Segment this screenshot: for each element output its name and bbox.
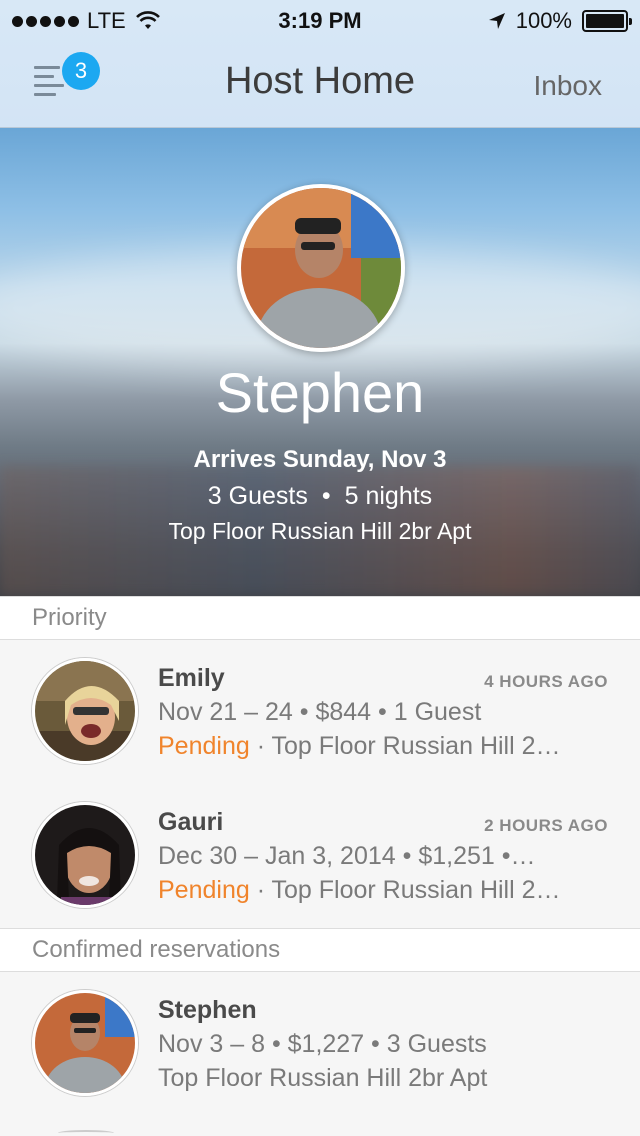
reservation-status-line: Pending · Top Floor Russian Hill 2… (158, 876, 608, 905)
reservation-status-line: Pending · Top Floor Russian Hill 2… (158, 732, 608, 761)
battery-percent: 100% (515, 8, 572, 33)
location-arrow-icon (488, 13, 505, 29)
avatar (32, 802, 138, 908)
reservation-details: Nov 21 – 24 • $844 • 1 Guest (158, 698, 482, 726)
inbox-button[interactable]: Inbox (534, 70, 603, 102)
arrival-date: Arrives Sunday, Nov 3 (193, 446, 447, 473)
reservation-details: Nov 3 – 8 • $1,227 • 3 Guests (158, 1030, 487, 1058)
guest-photo (241, 188, 401, 348)
guest-count: 3 Guests (207, 482, 308, 510)
top-bar: LTE 3:19 PM 100% 3 Host Home Inbox (0, 0, 640, 128)
list-item-peek (58, 1130, 114, 1136)
reservation-details: Dec 30 – Jan 3, 2014 • $1,251 •… (158, 842, 536, 870)
hero-banner[interactable]: Stephen Arrives Sunday, Nov 3 3 Guests • 5… (0, 128, 640, 596)
avatar (32, 658, 138, 764)
listing-name: · Top Floor Russian Hill 2… (249, 876, 561, 904)
guest-name: Stephen (215, 361, 425, 424)
trip-summary: 3 Guests • 5 nights (0, 482, 640, 511)
guest-photo (35, 805, 135, 905)
nav-bar: 3 Host Home Inbox (0, 40, 640, 128)
request-time: 4 HOURS AGO (484, 672, 608, 691)
list-item[interactable]: Emily 4 HOURS AGO Nov 21 – 24 • $844 • 1… (0, 640, 640, 784)
guest-name: Gauri (158, 808, 224, 836)
separator-dot: • (321, 482, 331, 510)
status-badge: Pending (158, 876, 250, 904)
listing-name: · Top Floor Russian Hill 2… (249, 732, 561, 760)
guest-photo (35, 993, 135, 1093)
battery-icon (582, 10, 632, 32)
guest-photo (35, 661, 135, 761)
avatar (32, 990, 138, 1096)
night-count: 5 nights (344, 482, 433, 510)
list-item[interactable]: Gauri 2 HOURS AGO Dec 30 – Jan 3, 2014 •… (0, 784, 640, 928)
guest-name: Stephen (158, 996, 257, 1024)
section-header-confirmed: Confirmed reservations (0, 928, 640, 972)
guest-name: Emily (158, 664, 225, 692)
listing-name: Top Floor Russian Hill 2br Apt (168, 518, 472, 544)
list-item[interactable]: Stephen Nov 3 – 8 • $1,227 • 3 Guests To… (0, 972, 640, 1116)
status-right: 100% (488, 8, 632, 34)
section-header-priority: Priority (0, 596, 640, 640)
status-badge: Pending (158, 732, 250, 760)
status-bar: LTE 3:19 PM 100% (0, 0, 640, 40)
request-time: 2 HOURS AGO (484, 816, 608, 835)
listing-name: Top Floor Russian Hill 2br Apt (158, 1064, 488, 1092)
guest-avatar (237, 184, 405, 352)
